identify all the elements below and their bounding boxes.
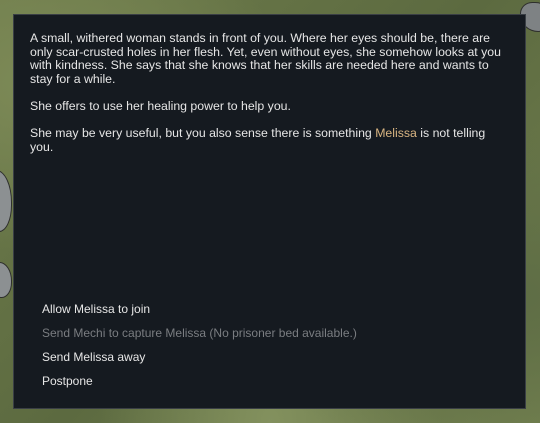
dialog-options: Allow Melissa to join Send Mechi to capt… [42, 302, 502, 398]
send-away-option[interactable]: Send Melissa away [42, 350, 502, 374]
capture-option: Send Mechi to capture Melissa (No prison… [42, 326, 357, 340]
pawn-name-highlight: Melissa [375, 126, 417, 141]
dialog-body-text: A small, withered woman stands in front … [30, 31, 510, 168]
warning-text-start: She may be very useful, but you also sen… [30, 126, 376, 141]
warning-paragraph: She may be very useful, but you also sen… [30, 126, 510, 154]
offer-paragraph: She offers to use her healing power to h… [30, 98, 291, 113]
allow-join-option[interactable]: Allow Melissa to join [42, 302, 502, 326]
event-dialog: A small, withered woman stands in front … [13, 14, 526, 409]
postpone-option[interactable]: Postpone [42, 374, 502, 398]
description-paragraph: A small, withered woman stands in front … [30, 31, 501, 86]
